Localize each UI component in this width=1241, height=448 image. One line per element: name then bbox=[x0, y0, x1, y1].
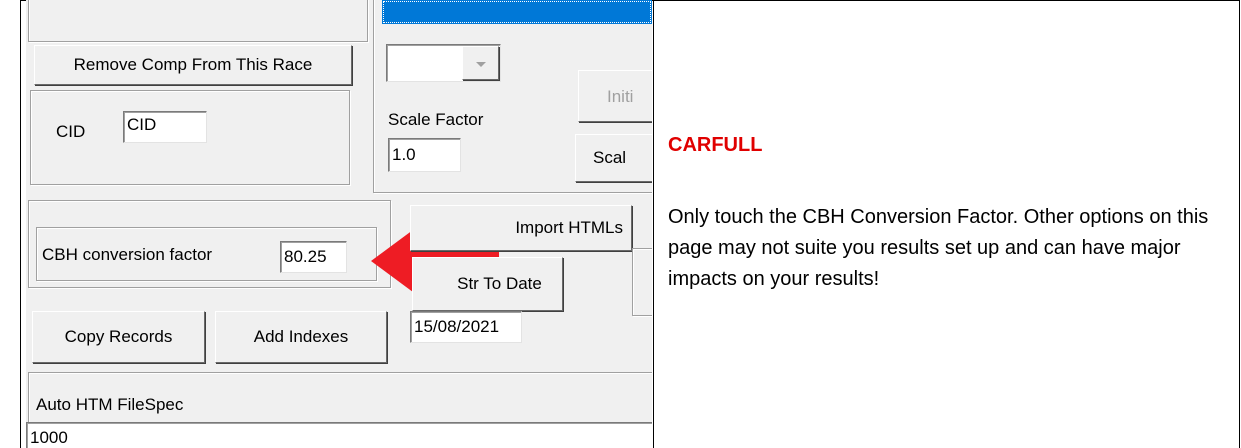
combo-dropdown-button[interactable] bbox=[462, 46, 499, 80]
table-border-middle bbox=[653, 0, 654, 448]
chevron-down-icon bbox=[476, 62, 486, 67]
scale-factor-label: Scale Factor bbox=[388, 110, 484, 129]
auto-htm-label: Auto HTM FileSpec bbox=[36, 395, 184, 414]
cid-label: CID bbox=[56, 122, 86, 141]
callout-body: Only touch the CBH Conversion Factor. Ot… bbox=[668, 206, 1209, 290]
top-group-box bbox=[28, 0, 368, 42]
str-to-date-button[interactable]: Str To Date bbox=[412, 257, 563, 311]
table-border-left bbox=[20, 0, 21, 448]
table-border-right bbox=[1239, 0, 1240, 448]
scale-button[interactable]: Scal bbox=[575, 134, 652, 182]
import-htmls-button[interactable]: Import HTMLs bbox=[410, 205, 632, 251]
settings-screenshot: Remove Comp From This Race CID CID Initi… bbox=[26, 0, 652, 448]
initialise-button[interactable]: Initi bbox=[578, 70, 652, 122]
add-indexes-button[interactable]: Add Indexes bbox=[215, 311, 387, 363]
scale-factor-input[interactable]: 1.0 bbox=[388, 138, 461, 172]
right-small-box bbox=[632, 248, 652, 316]
auto-htm-input[interactable]: 1000 bbox=[26, 422, 652, 448]
callout-heading: CARFULL bbox=[668, 134, 763, 156]
remove-comp-button[interactable]: Remove Comp From This Race bbox=[34, 45, 352, 85]
copy-records-button[interactable]: Copy Records bbox=[32, 311, 205, 363]
date-input[interactable]: 15/08/2021 bbox=[410, 311, 522, 343]
cid-input[interactable]: CID bbox=[123, 111, 207, 143]
cbh-label: CBH conversion factor bbox=[42, 245, 213, 264]
cbh-conversion-input[interactable]: 80.25 bbox=[280, 241, 347, 273]
